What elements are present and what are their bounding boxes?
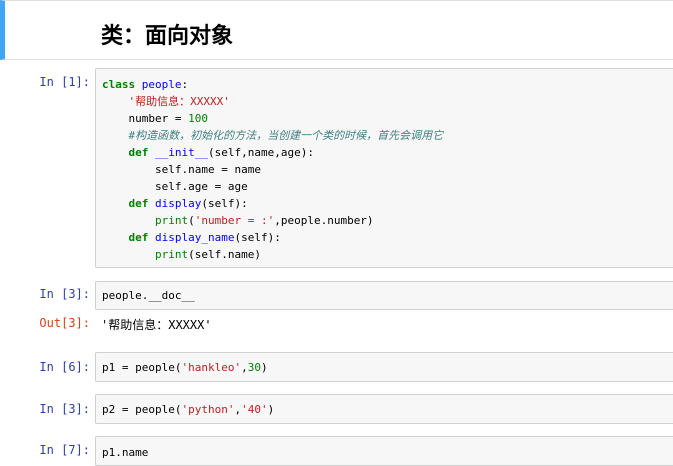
markdown-cell[interactable]: 类：面向对象 [0, 0, 673, 60]
code-editor[interactable]: p1 = people('hankleo',30) [96, 353, 673, 376]
input-prompt: In [3]: [39, 287, 90, 301]
code-cell-1[interactable]: class people: '帮助信息：XXXXX' number = 100 … [95, 68, 673, 268]
code-cell-4[interactable]: p2 = people('python','40') [95, 394, 673, 424]
cell-output: '帮助信息：XXXXX' [101, 318, 212, 332]
input-prompt: In [6]: [39, 360, 90, 374]
input-prompt: In [1]: [39, 75, 90, 89]
input-prompt: In [7]: [39, 443, 90, 457]
markdown-title: 类：面向对象 [101, 24, 234, 49]
input-prompt: In [3]: [39, 402, 90, 416]
code-cell-3[interactable]: p1 = people('hankleo',30) [95, 352, 673, 382]
output-prompt: Out[3]: [39, 316, 90, 330]
code-cell-2[interactable]: people.__doc__ [95, 281, 673, 310]
code-editor[interactable]: class people: '帮助信息：XXXXX' number = 100 … [96, 69, 673, 263]
code-editor[interactable]: p2 = people('python','40') [96, 395, 673, 418]
code-editor[interactable]: people.__doc__ [96, 282, 673, 304]
code-editor[interactable]: p1.name [96, 437, 673, 461]
code-cell-5[interactable]: p1.name [95, 436, 673, 466]
